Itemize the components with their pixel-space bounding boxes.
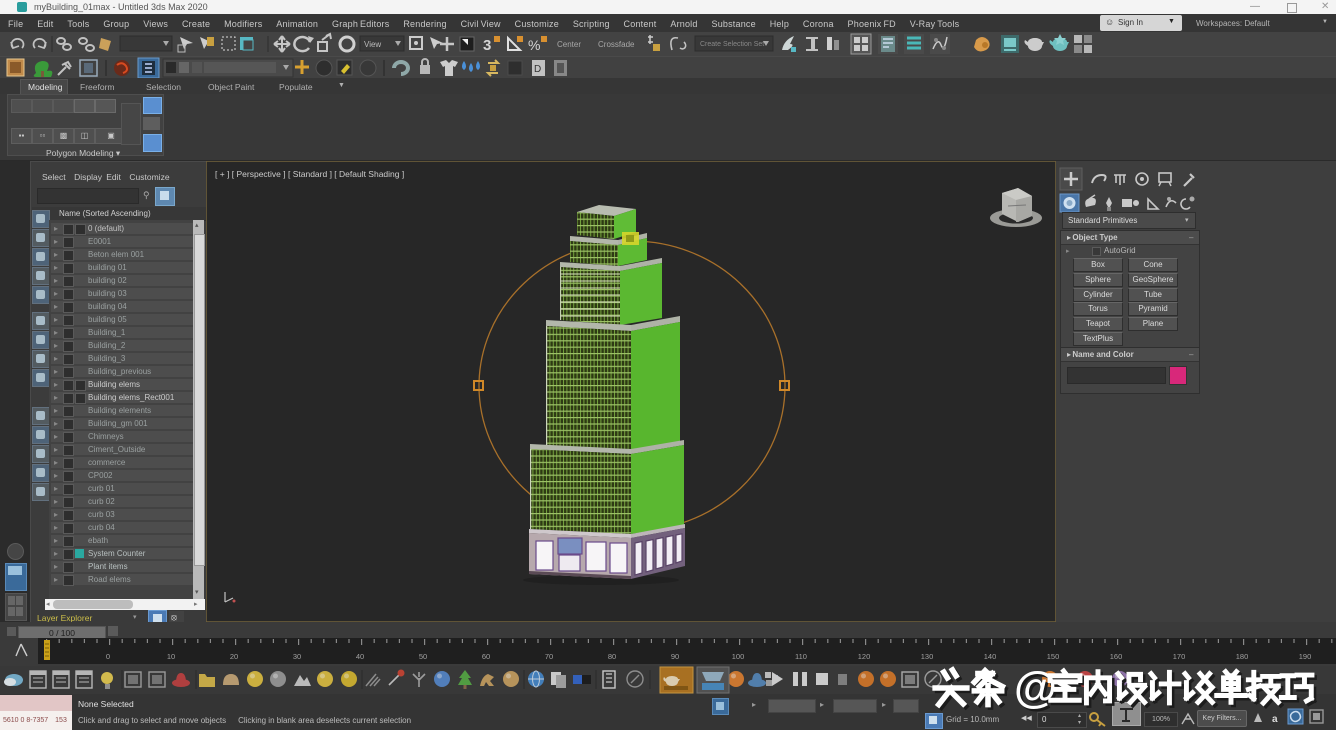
svg-text:100: 100 [732, 652, 745, 661]
svg-text:60: 60 [482, 652, 490, 661]
svg-text:[ + ] [ Perspective ] [ Standa: [ + ] [ Perspective ] [ Standard ] [ Def… [215, 169, 404, 179]
svg-text:30: 30 [293, 652, 301, 661]
svg-text:Create Selection Set: Create Selection Set [700, 41, 764, 48]
svg-text:10: 10 [167, 652, 175, 661]
svg-text:80: 80 [608, 652, 616, 661]
svg-text:%: % [528, 37, 540, 53]
svg-text:D: D [534, 64, 541, 75]
svg-text:90: 90 [671, 652, 679, 661]
svg-text:3: 3 [483, 37, 491, 54]
svg-text:Crossfade: Crossfade [598, 40, 635, 49]
svg-text:0: 0 [106, 652, 110, 661]
svg-text:Center: Center [557, 40, 581, 49]
svg-text:120: 120 [858, 652, 871, 661]
svg-text:@: @ [1014, 663, 1057, 712]
svg-text:40: 40 [356, 652, 364, 661]
svg-text:110: 110 [795, 652, 807, 661]
svg-text:70: 70 [545, 652, 553, 661]
svg-text:20: 20 [230, 652, 238, 661]
svg-text:View: View [364, 40, 381, 49]
svg-text:50: 50 [419, 652, 427, 661]
